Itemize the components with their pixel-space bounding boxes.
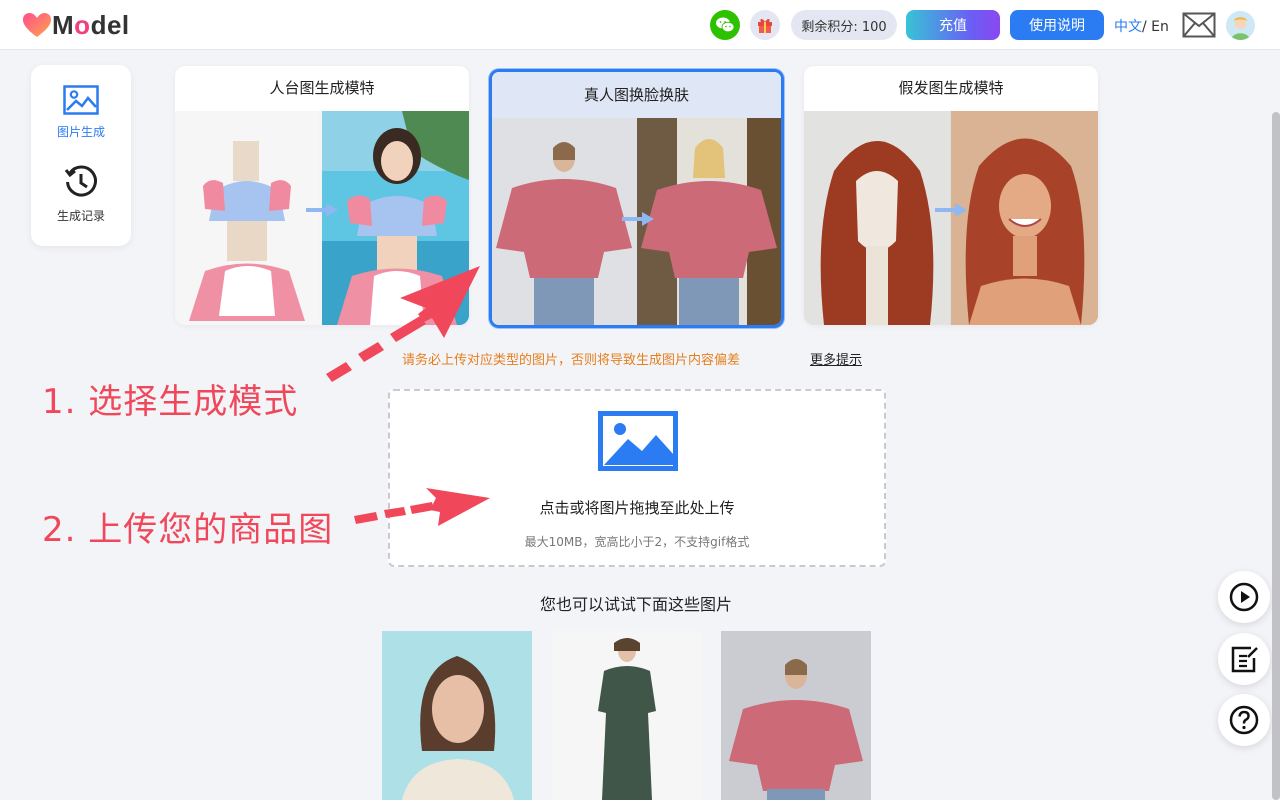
mode-card-preview — [804, 111, 1098, 325]
language-switch[interactable]: 中文/ En — [1114, 16, 1169, 36]
play-video-button[interactable] — [1218, 571, 1270, 623]
heart-logo-icon — [23, 13, 51, 37]
feedback-button[interactable] — [1218, 633, 1270, 685]
sidebar-item-history[interactable]: 生成记录 — [31, 165, 131, 224]
sample-image-portrait[interactable] — [382, 631, 532, 800]
sample-image-tshirt[interactable] — [721, 631, 871, 800]
top-header: Model 剩余积分: 100 充值 使用说明 中文/ En — [0, 0, 1280, 50]
avatar-icon — [1226, 11, 1255, 40]
lang-zh[interactable]: 中文 — [1114, 19, 1142, 35]
sidebar-item-image-generation[interactable]: 图片生成 — [31, 85, 131, 140]
mode-card-face-swap[interactable]: 真人图换脸换肤 — [489, 69, 784, 328]
scrollbar-thumb[interactable] — [1272, 112, 1280, 800]
transform-arrow-icon — [935, 203, 967, 217]
wig-model-image — [951, 111, 1098, 325]
play-icon — [1229, 582, 1259, 612]
sidebar-item-label: 图片生成 — [56, 125, 105, 139]
lang-separator: / — [1142, 19, 1152, 35]
mode-card-title: 人台图生成模特 — [269, 79, 375, 97]
upload-image-icon — [598, 411, 678, 471]
transform-arrow-icon — [622, 212, 654, 226]
mail-icon — [1182, 12, 1216, 38]
transform-arrow-icon — [306, 203, 338, 217]
more-tips-link[interactable]: 更多提示 — [810, 349, 862, 368]
upload-constraints: 最大10MB，宽高比小于2，不支持gif格式 — [524, 535, 750, 549]
annotation-arrow-2 — [354, 488, 490, 526]
mode-card-wig[interactable]: 假发图生成模特 — [804, 66, 1098, 325]
history-icon — [64, 165, 97, 197]
samples-title: 您也可以试试下面这些图片 — [539, 595, 732, 614]
help-icon — [1229, 705, 1259, 735]
help-button[interactable] — [1218, 694, 1270, 746]
wechat-button[interactable] — [710, 10, 740, 40]
annotation-step-1: 1. 选择生成模式 — [42, 382, 299, 422]
mode-card-title: 假发图生成模特 — [898, 79, 1004, 97]
logo[interactable]: Model — [22, 10, 130, 40]
sidebar-item-label: 生成记录 — [56, 209, 105, 223]
lang-en[interactable]: En — [1151, 19, 1169, 35]
upload-dropzone[interactable]: 点击或将图片拖拽至此处上传 最大10MB，宽高比小于2，不支持gif格式 — [388, 389, 886, 567]
swapped-person-image — [636, 118, 781, 325]
gift-button[interactable] — [750, 10, 780, 40]
edit-note-icon — [1231, 646, 1258, 673]
avatar[interactable] — [1226, 11, 1255, 40]
guide-button[interactable]: 使用说明 — [1010, 10, 1104, 40]
mannequin-image — [175, 111, 322, 325]
original-person-image — [492, 118, 637, 325]
mail-button[interactable] — [1182, 12, 1216, 42]
sidebar: 图片生成 生成记录 — [31, 65, 131, 246]
recharge-button[interactable]: 充值 — [906, 10, 1000, 40]
points-badge: 剩余积分: 100 — [791, 10, 897, 40]
annotation-step-2: 2. 上传您的商品图 — [42, 510, 334, 550]
mode-card-title: 真人图换脸换肤 — [492, 72, 781, 118]
gift-icon — [758, 18, 772, 33]
image-icon — [63, 85, 99, 115]
wechat-icon — [716, 17, 735, 33]
sample-image-dress[interactable] — [552, 631, 702, 800]
logo-text: Model — [52, 10, 130, 40]
annotation-arrow-1 — [326, 266, 480, 382]
wig-image — [804, 111, 951, 325]
